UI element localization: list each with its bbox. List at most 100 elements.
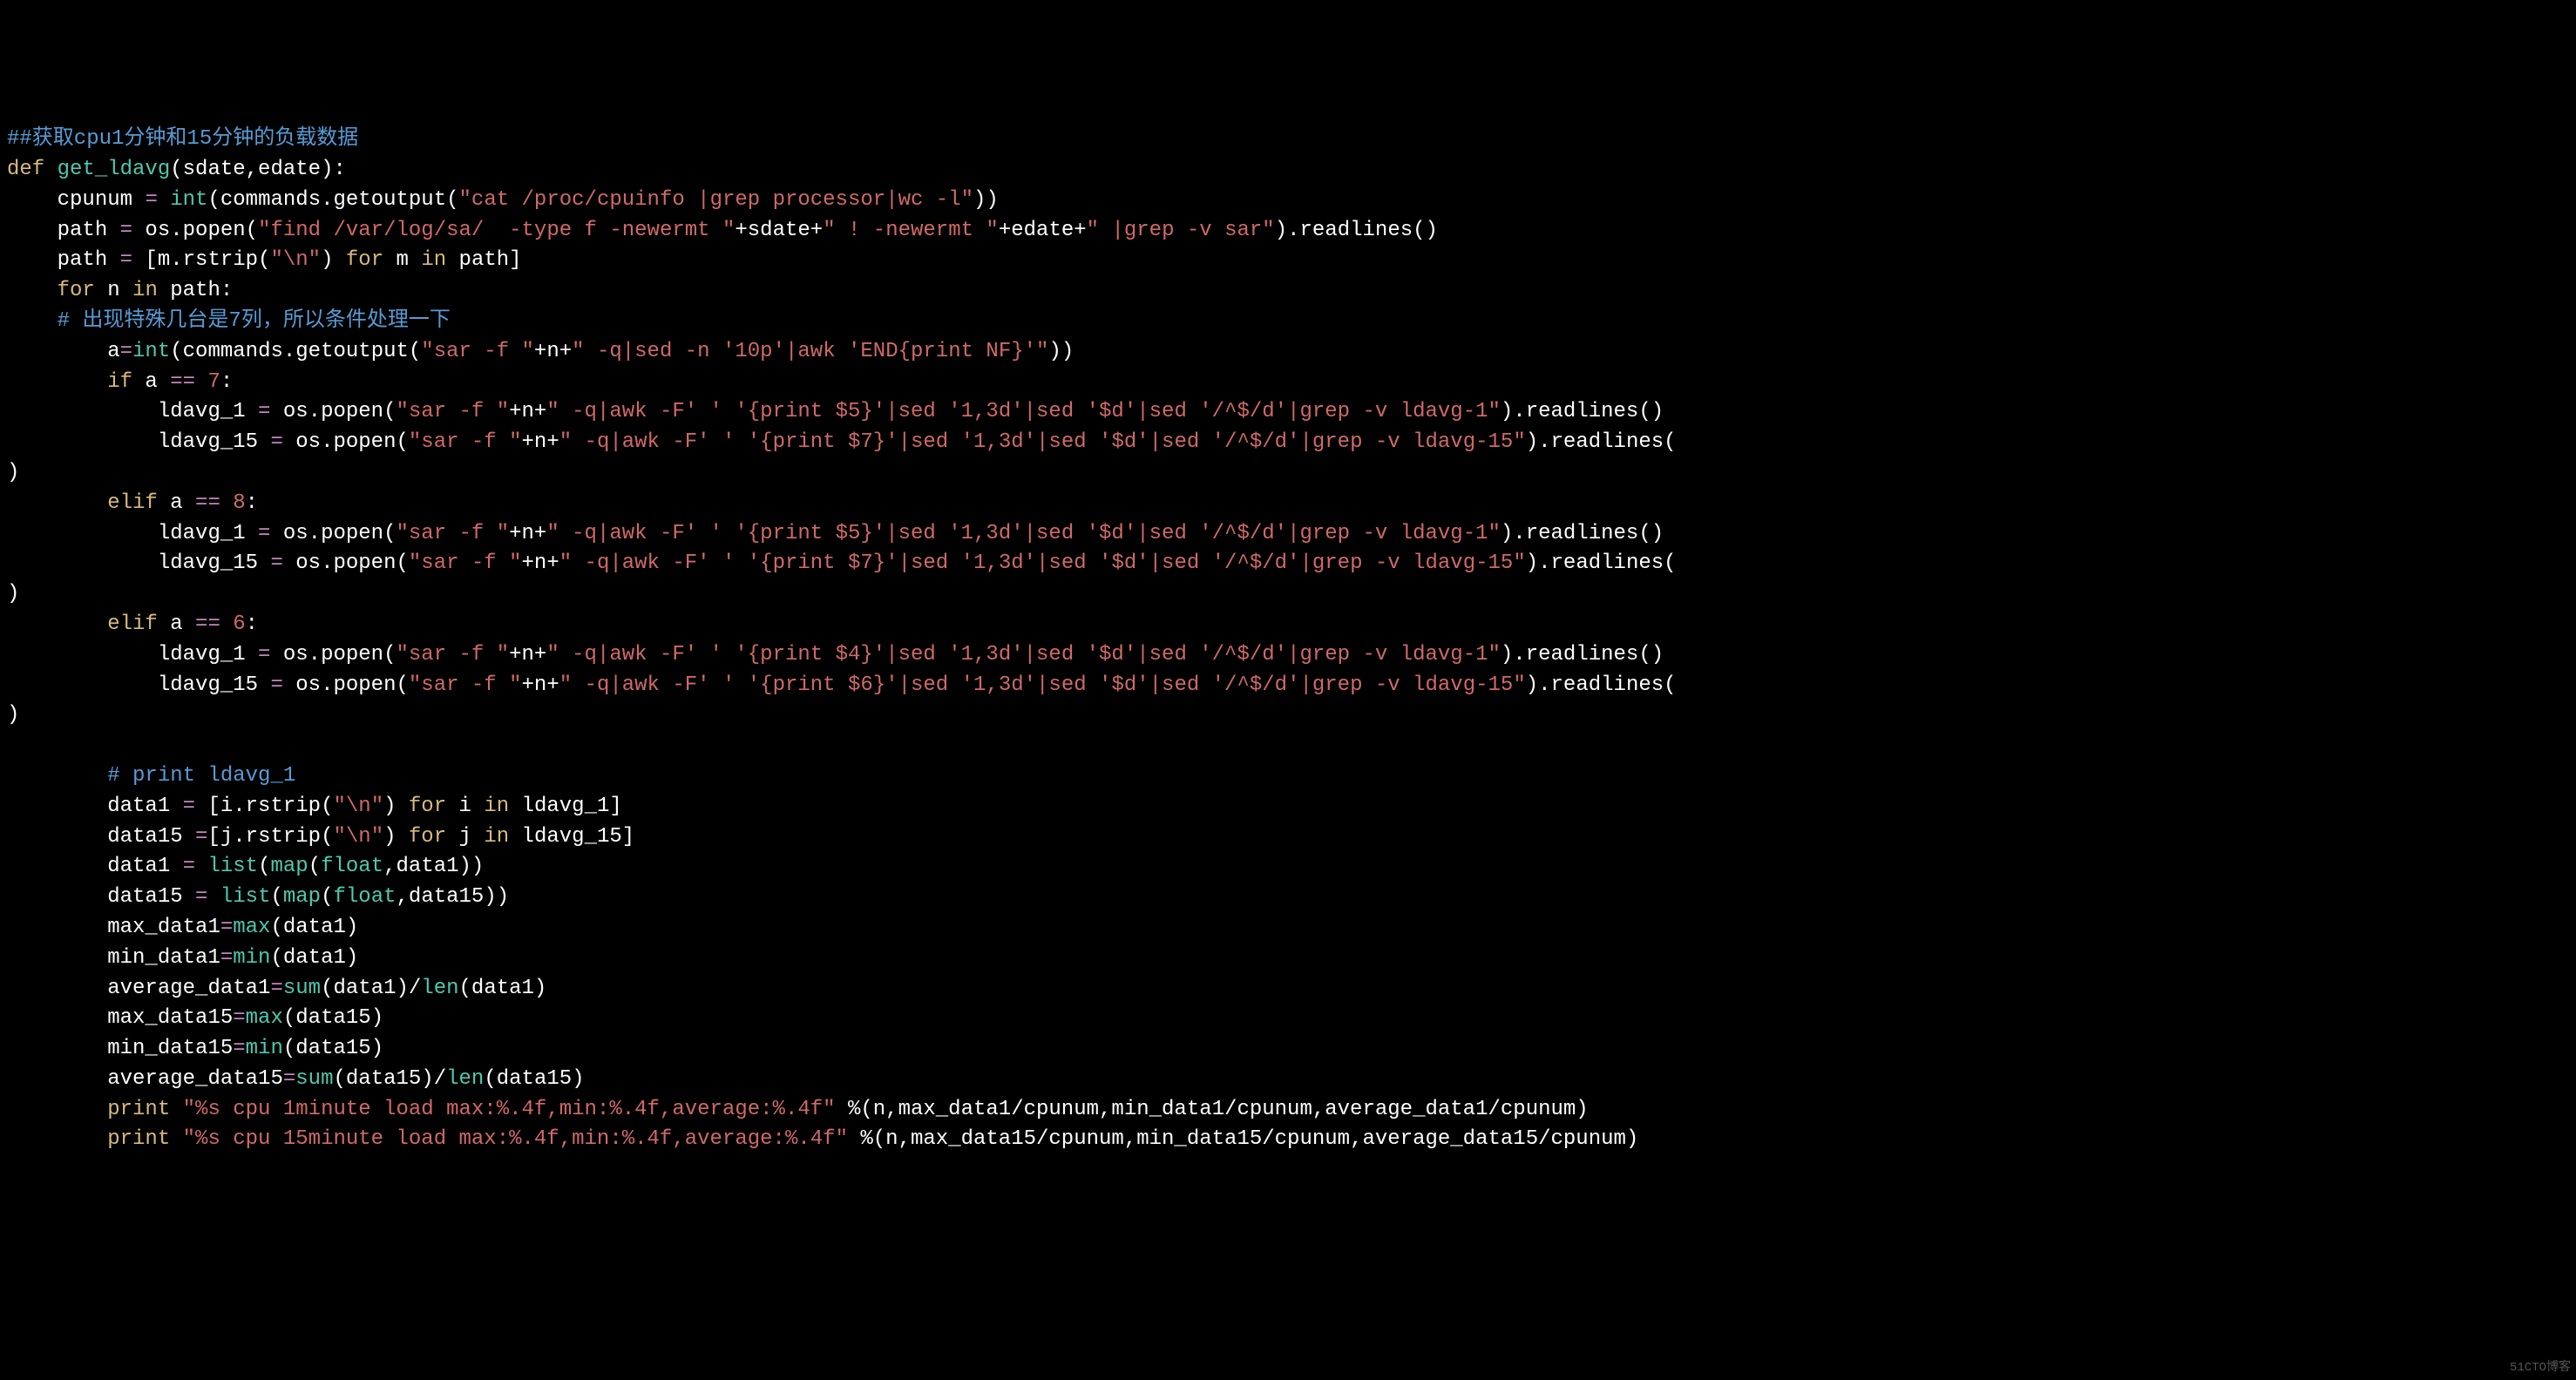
code-token: ).readlines() bbox=[1275, 219, 1438, 242]
code-token: : bbox=[246, 612, 258, 636]
code-line[interactable]: elif a == 6: bbox=[7, 610, 2569, 640]
code-token: "\n" bbox=[333, 825, 383, 849]
code-token bbox=[170, 1098, 182, 1121]
code-token bbox=[207, 885, 220, 909]
code-line[interactable]: path = [m.rstrip("\n") for m in path] bbox=[7, 246, 2569, 276]
code-token: in bbox=[132, 279, 158, 302]
code-token: [j.rstrip( bbox=[207, 825, 333, 849]
code-token: def bbox=[7, 158, 58, 181]
code-token bbox=[7, 491, 107, 515]
code-line[interactable]: path = os.popen("find /var/log/sa/ -type… bbox=[7, 216, 2569, 247]
code-line[interactable]: ) bbox=[7, 700, 2569, 731]
code-line[interactable]: # print ldavg_1 bbox=[7, 761, 2569, 792]
code-line[interactable]: data1 = [i.rstrip("\n") for i in ldavg_1… bbox=[7, 792, 2569, 822]
code-line[interactable]: print "%s cpu 1minute load max:%.4f,min:… bbox=[7, 1095, 2569, 1126]
code-line[interactable]: average_data1=sum(data1)/len(data1) bbox=[7, 974, 2569, 1005]
code-line[interactable]: min_data15=min(data15) bbox=[7, 1034, 2569, 1065]
code-token: = bbox=[233, 1006, 245, 1030]
code-token: = bbox=[120, 340, 132, 363]
code-token: # 出现特殊几台是7列，所以条件处理一下 bbox=[58, 309, 451, 333]
code-token: list bbox=[207, 855, 258, 878]
code-line[interactable]: average_data15=sum(data15)/len(data15) bbox=[7, 1065, 2569, 1095]
code-token: max_data1 bbox=[7, 916, 220, 939]
code-line[interactable]: if a == 7: bbox=[7, 368, 2569, 398]
code-token: "sar -f " bbox=[396, 643, 509, 666]
code-line[interactable]: ldavg_1 = os.popen("sar -f "+n+" -q|awk … bbox=[7, 519, 2569, 550]
code-token: sum bbox=[295, 1067, 333, 1091]
code-token: a bbox=[132, 370, 170, 394]
code-token: ldavg_15 bbox=[7, 673, 270, 697]
code-line[interactable]: max_data15=max(data15) bbox=[7, 1004, 2569, 1034]
code-token bbox=[7, 309, 58, 333]
code-line[interactable]: data1 = list(map(float,data1)) bbox=[7, 852, 2569, 883]
code-line[interactable] bbox=[7, 731, 2569, 761]
code-token: == bbox=[195, 491, 220, 515]
code-token: [i.rstrip( bbox=[195, 795, 333, 818]
code-token: int bbox=[132, 340, 170, 363]
code-token: cpunum bbox=[7, 188, 145, 212]
code-token bbox=[7, 1127, 107, 1151]
code-editor[interactable]: ##获取cpu1分钟和15分钟的负载数据def get_ldavg(sdate,… bbox=[7, 125, 2569, 1155]
code-token: if bbox=[107, 370, 132, 394]
code-token: = bbox=[220, 916, 233, 939]
code-token: (commands.getoutput( bbox=[170, 340, 421, 363]
code-token: os.popen( bbox=[283, 673, 409, 697]
code-line[interactable]: a=int(commands.getoutput("sar -f "+n+" -… bbox=[7, 337, 2569, 368]
code-token: len bbox=[446, 1067, 484, 1091]
code-token: "%s cpu 1minute load max:%.4f,min:%.4f,a… bbox=[183, 1098, 836, 1121]
code-token: ldavg_1 bbox=[7, 400, 258, 423]
code-token: os.popen( bbox=[270, 522, 396, 545]
code-line[interactable]: max_data1=max(data1) bbox=[7, 913, 2569, 944]
code-token: for bbox=[346, 248, 383, 272]
code-line[interactable]: ) bbox=[7, 579, 2569, 610]
code-token: data15 bbox=[7, 825, 195, 849]
code-token: +n+ bbox=[534, 340, 572, 363]
code-token: get_ldavg bbox=[58, 158, 171, 181]
code-line[interactable]: ) bbox=[7, 458, 2569, 489]
code-token: path] bbox=[446, 248, 521, 272]
code-token: min_data1 bbox=[7, 946, 220, 970]
code-line[interactable]: print "%s cpu 15minute load max:%.4f,min… bbox=[7, 1125, 2569, 1155]
code-token: print bbox=[107, 1127, 170, 1151]
code-token: +n+ bbox=[522, 551, 559, 575]
code-token bbox=[158, 188, 170, 212]
code-token: (data15)/ bbox=[333, 1067, 446, 1091]
code-token: a bbox=[158, 612, 195, 636]
code-token: data1 bbox=[7, 795, 183, 818]
code-line[interactable]: def get_ldavg(sdate,edate): bbox=[7, 155, 2569, 186]
code-token: (data1) bbox=[459, 977, 547, 1000]
code-token: ldavg_1 bbox=[7, 643, 258, 666]
code-token: : bbox=[246, 491, 258, 515]
code-line[interactable]: ldavg_15 = os.popen("sar -f "+n+" -q|awk… bbox=[7, 549, 2569, 579]
code-token: ) bbox=[7, 582, 19, 605]
code-token: = bbox=[220, 946, 233, 970]
code-token: ldavg_1] bbox=[509, 795, 622, 818]
code-line[interactable]: ldavg_1 = os.popen("sar -f "+n+" -q|awk … bbox=[7, 397, 2569, 428]
code-token bbox=[220, 491, 233, 515]
code-line[interactable]: ldavg_1 = os.popen("sar -f "+n+" -q|awk … bbox=[7, 640, 2569, 671]
code-token: for bbox=[409, 795, 446, 818]
code-token: os.popen( bbox=[283, 551, 409, 575]
code-token: max_data15 bbox=[7, 1006, 233, 1030]
code-line[interactable]: elif a == 8: bbox=[7, 489, 2569, 519]
code-line[interactable]: # 出现特殊几台是7列，所以条件处理一下 bbox=[7, 307, 2569, 337]
code-token: " -q|awk -F' ' '{print $7}'|sed '1,3d'|s… bbox=[559, 551, 1526, 575]
code-token: "sar -f " bbox=[409, 673, 522, 697]
code-token: data1 bbox=[7, 855, 183, 878]
code-line[interactable]: cpunum = int(commands.getoutput("cat /pr… bbox=[7, 186, 2569, 216]
code-line[interactable]: ldavg_15 = os.popen("sar -f "+n+" -q|awk… bbox=[7, 428, 2569, 458]
code-line[interactable]: ##获取cpu1分钟和15分钟的负载数据 bbox=[7, 125, 2569, 155]
code-token: "sar -f " bbox=[409, 430, 522, 454]
code-token: )) bbox=[1048, 340, 1074, 363]
code-line[interactable]: data15 =[j.rstrip("\n") for j in ldavg_1… bbox=[7, 822, 2569, 853]
code-token: = bbox=[120, 219, 132, 242]
code-token: ).readlines() bbox=[1501, 522, 1664, 545]
code-token bbox=[7, 370, 107, 394]
code-line[interactable]: data15 = list(map(float,data15)) bbox=[7, 883, 2569, 913]
code-token: m bbox=[383, 248, 421, 272]
code-line[interactable]: min_data1=min(data1) bbox=[7, 944, 2569, 974]
code-line[interactable]: ldavg_15 = os.popen("sar -f "+n+" -q|awk… bbox=[7, 671, 2569, 701]
code-token: ).readlines() bbox=[1501, 400, 1664, 423]
code-line[interactable]: for n in path: bbox=[7, 276, 2569, 307]
code-token bbox=[7, 612, 107, 636]
